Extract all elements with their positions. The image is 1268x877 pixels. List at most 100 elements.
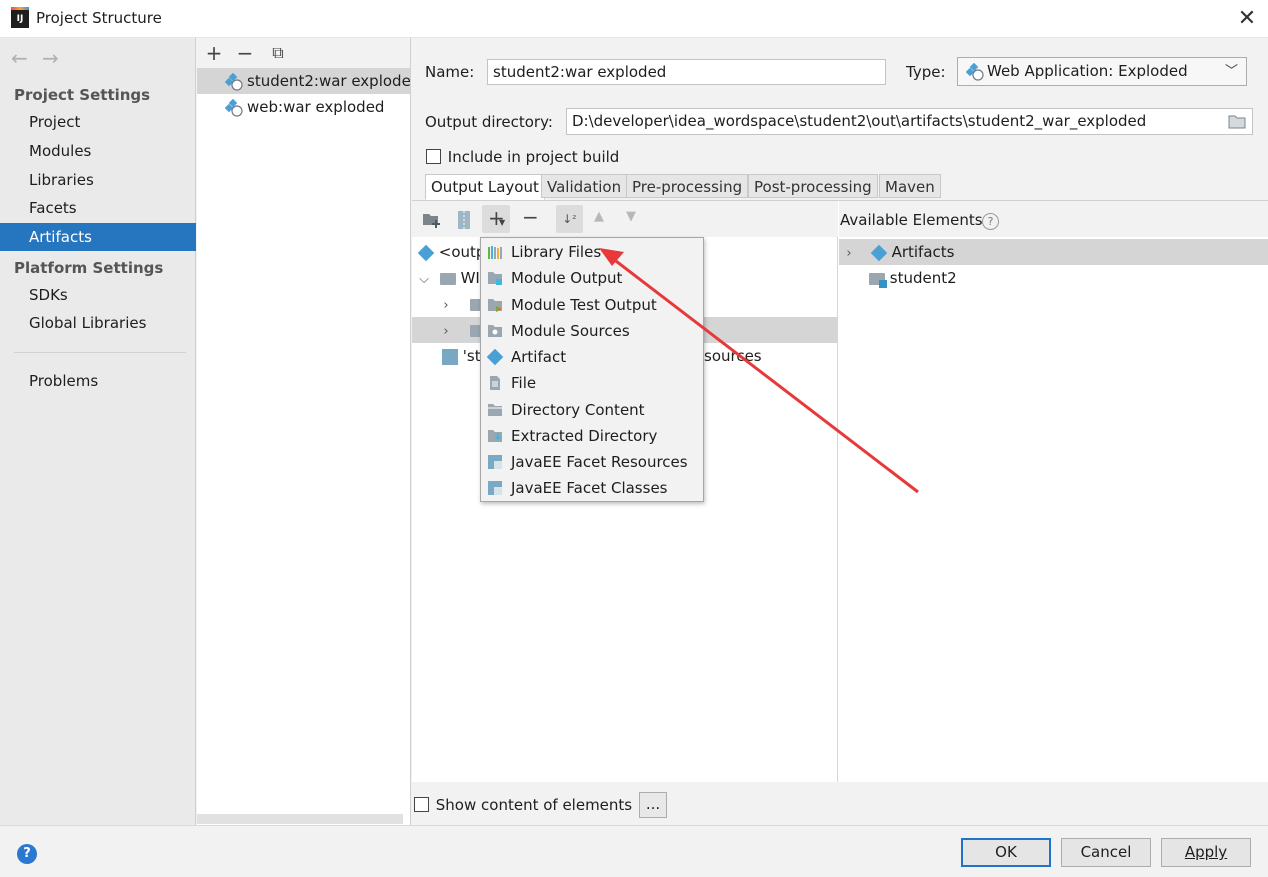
remove-artifact-button[interactable]: − <box>234 42 256 64</box>
artifact-list-toolbar: + − ⧉ <box>197 38 410 68</box>
name-label: Name: <box>425 63 475 81</box>
menu-item-label: Library Files <box>511 243 602 261</box>
forward-arrow-icon[interactable]: → <box>42 46 59 70</box>
back-arrow-icon[interactable]: ← <box>11 46 28 70</box>
tree-row-label-end: sources <box>704 347 762 365</box>
chevron-down-icon: ⌵ <box>419 272 429 287</box>
include-in-build-checkbox[interactable]: Include in project build <box>426 147 619 166</box>
chevron-right-icon: › <box>443 324 449 339</box>
tab-pre-processing[interactable]: Pre-processing <box>626 174 749 198</box>
menu-item-extracted-directory[interactable]: Extracted Directory <box>481 423 703 449</box>
tab-maven[interactable]: Maven <box>879 174 941 198</box>
menu-item-directory-content[interactable]: Directory Content <box>481 397 703 423</box>
type-select[interactable]: Web Application: Exploded ﹀ <box>957 57 1247 86</box>
module-test-output-icon <box>488 299 502 312</box>
sidebar-item-sdks[interactable]: SDKs <box>0 281 196 309</box>
menu-item-module-test-output[interactable]: Module Test Output <box>481 292 703 318</box>
menu-item-library-files[interactable]: Library Files <box>481 239 703 265</box>
module-output-icon <box>488 272 502 285</box>
library-files-icon <box>488 246 502 259</box>
tree-row-label-start: 'st <box>462 347 481 365</box>
menu-item-label: JavaEE Facet Resources <box>511 453 688 471</box>
horizontal-scrollbar[interactable] <box>197 814 403 824</box>
javaee-facet-resources-icon <box>488 455 502 469</box>
menu-item-javaee-facet-resources[interactable]: JavaEE Facet Resources <box>481 449 703 475</box>
tab-validation[interactable]: Validation <box>541 174 628 198</box>
layout-toolbar: + ▼ − ↓ᶻ ▲ ▼ <box>412 201 838 237</box>
directory-content-icon <box>488 404 502 416</box>
menu-item-file[interactable]: File <box>481 370 703 396</box>
available-row-artifacts[interactable]: › Artifacts <box>839 239 1268 265</box>
menu-item-artifact[interactable]: Artifact <box>481 344 703 370</box>
move-up-icon[interactable]: ▲ <box>594 209 604 224</box>
type-select-value: Web Application: Exploded <box>987 62 1188 80</box>
sidebar-item-modules[interactable]: Modules <box>0 137 196 165</box>
add-artifact-button[interactable]: + <box>203 42 225 64</box>
sidebar-item-facets[interactable]: Facets <box>0 194 196 222</box>
folder-browse-icon[interactable] <box>1228 114 1246 129</box>
available-row-student2[interactable]: student2 <box>839 265 1268 291</box>
tree-row-label: <outp <box>438 243 486 261</box>
menu-item-javaee-facet-classes[interactable]: JavaEE Facet Classes <box>481 475 703 501</box>
include-in-build-label: Include in project build <box>447 147 620 166</box>
output-directory-input[interactable]: D:\developer\idea_wordspace\student2\out… <box>566 108 1253 135</box>
more-options-button[interactable]: ... <box>639 792 667 818</box>
menu-item-label: Module Output <box>511 269 623 287</box>
show-content-checkbox[interactable]: Show content of elements <box>414 795 632 814</box>
menu-item-label: JavaEE Facet Classes <box>511 479 668 497</box>
checkbox-box[interactable] <box>426 149 441 164</box>
artifact-item-web[interactable]: web:war exploded <box>197 94 384 120</box>
available-row-label: student2 <box>889 269 957 287</box>
artifact-icon <box>486 348 504 366</box>
dropdown-caret-icon: ▼ <box>499 218 506 227</box>
close-icon[interactable]: ✕ <box>1232 4 1262 34</box>
add-element-popup-menu: Library Files Module Output Module Test … <box>480 237 704 502</box>
sidebar-item-problems[interactable]: Problems <box>0 367 196 395</box>
remove-element-button[interactable]: − <box>522 205 539 229</box>
sidebar-item-project[interactable]: Project <box>0 108 196 136</box>
layout-footer: Show content of elements ... <box>412 782 1268 825</box>
artifact-item-label: student2:war exploded <box>247 72 411 90</box>
module-sources-icon <box>488 325 502 337</box>
checkbox-box[interactable] <box>414 797 429 812</box>
artifacts-icon <box>870 244 888 261</box>
folder-icon <box>439 272 456 285</box>
project-settings-heading: Project Settings <box>14 86 151 104</box>
show-content-label: Show content of elements <box>435 795 633 814</box>
intellij-app-icon: IJ <box>11 7 29 28</box>
artifact-web-icon <box>225 98 243 117</box>
artifact-item-label: web:war exploded <box>247 98 385 116</box>
sidebar-item-global-libraries[interactable]: Global Libraries <box>0 309 196 337</box>
artifact-item-student2[interactable]: student2:war exploded <box>197 68 411 94</box>
sort-elements-icon[interactable]: ↓ᶻ <box>556 205 583 233</box>
menu-item-module-output[interactable]: Module Output <box>481 265 703 291</box>
apply-button[interactable]: Apply <box>1161 838 1251 867</box>
copy-artifact-button[interactable]: ⧉ <box>267 42 289 64</box>
menu-item-label: Extracted Directory <box>511 427 658 445</box>
settings-sidebar: ← → Project Settings Project Modules Lib… <box>0 38 196 825</box>
file-icon <box>490 376 500 390</box>
sidebar-item-libraries[interactable]: Libraries <box>0 166 196 194</box>
output-directory-label: Output directory: <box>425 113 553 131</box>
available-elements-header: Available Elements ? <box>839 201 1268 237</box>
sidebar-item-artifacts[interactable]: Artifacts <box>0 223 196 251</box>
create-directory-icon[interactable] <box>422 211 442 229</box>
chevron-right-icon: › <box>443 298 449 313</box>
dialog-button-bar: ? OK Cancel Apply <box>0 825 1268 877</box>
move-down-icon[interactable]: ▼ <box>626 209 636 224</box>
create-archive-icon[interactable] <box>456 210 472 230</box>
tab-post-processing[interactable]: Post-processing <box>748 174 878 198</box>
extracted-directory-icon <box>488 430 502 442</box>
menu-item-module-sources[interactable]: Module Sources <box>481 318 703 344</box>
ok-button[interactable]: OK <box>961 838 1051 867</box>
tab-output-layout[interactable]: Output Layout <box>425 174 545 200</box>
chevron-down-icon: ﹀ <box>1224 64 1238 79</box>
available-row-label: Artifacts <box>891 243 955 261</box>
cancel-button[interactable]: Cancel <box>1061 838 1151 867</box>
module-folder-icon <box>869 272 887 288</box>
name-input[interactable]: student2:war exploded <box>487 59 886 85</box>
window-title-bar: IJ Project Structure ✕ <box>0 0 1268 38</box>
help-circle-icon[interactable]: ? <box>982 213 999 230</box>
add-element-button[interactable]: + ▼ <box>482 205 510 233</box>
help-button[interactable]: ? <box>17 844 37 864</box>
